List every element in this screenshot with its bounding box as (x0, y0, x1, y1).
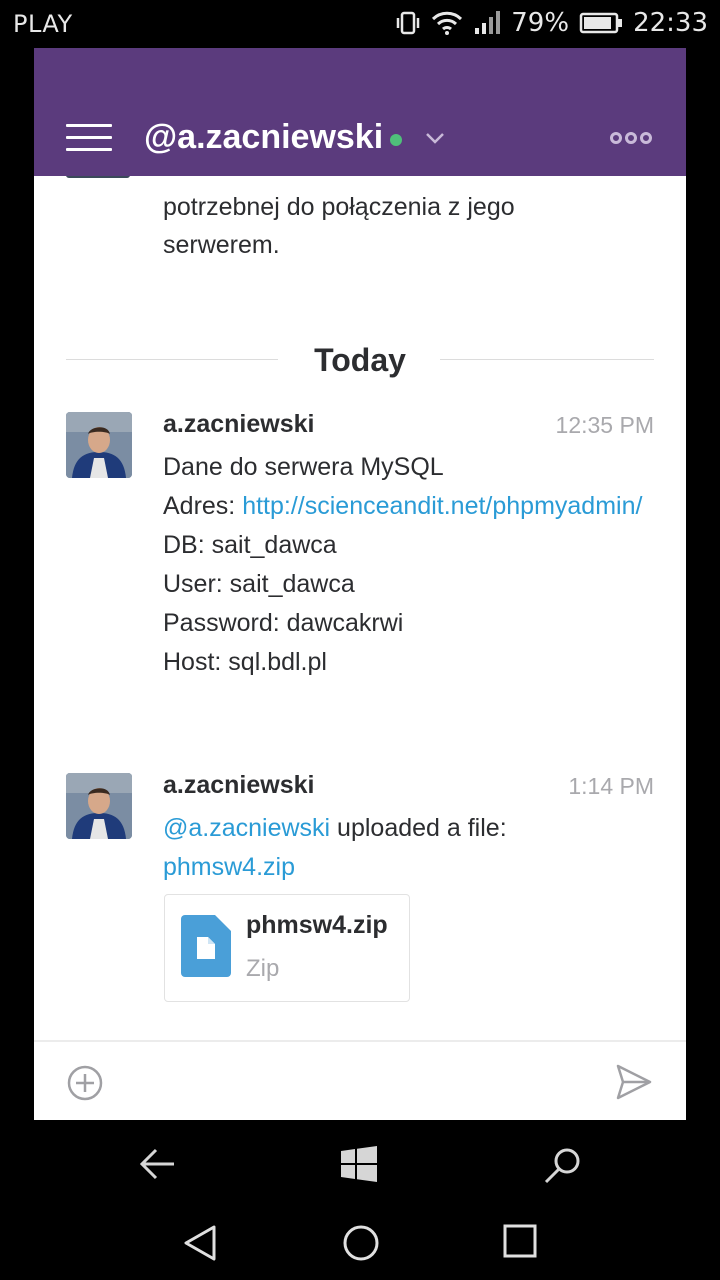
message-list[interactable]: potrzebnej do połączenia z jego serwerem… (34, 176, 686, 1040)
message-body: Dane do serwera MySQL Adres: http://scie… (163, 448, 654, 682)
clock: 22:33 (633, 8, 708, 38)
windows-start-icon[interactable] (341, 1146, 377, 1187)
day-divider-label: Today (314, 342, 406, 378)
message-time: 12:35 PM (555, 412, 654, 438)
signal-icon (475, 11, 501, 34)
nav-recents-icon[interactable] (503, 1224, 537, 1263)
file-name: phmsw4.zip (246, 911, 388, 939)
nav-home-icon[interactable] (342, 1224, 380, 1267)
message-author[interactable]: a.zacniewski (163, 410, 314, 439)
channel-title[interactable]: @a.zacniewski (144, 118, 383, 157)
wifi-icon (432, 11, 463, 35)
avatar[interactable] (66, 412, 132, 478)
message-item: a.zacniewski 12:35 PM Dane do serwera My… (66, 410, 654, 732)
avatar (66, 176, 130, 178)
back-arrow-icon[interactable] (138, 1146, 178, 1187)
file-type: Zip (246, 955, 280, 982)
message-line: @a.zacniewski uploaded a file: (163, 814, 507, 842)
user-mention[interactable]: @a.zacniewski (163, 814, 330, 842)
file-attachment-card[interactable]: phmsw4.zip Zip (164, 894, 410, 1002)
online-status-dot (390, 134, 402, 146)
android-nav-bar (0, 1206, 720, 1280)
chevron-down-icon[interactable] (424, 130, 446, 146)
message-item: a.zacniewski 1:14 PM @a.zacniewski uploa… (66, 771, 654, 913)
carrier-name: PLAY (13, 10, 73, 38)
more-options-icon[interactable] (610, 132, 652, 144)
message-line: Password: dawcakrwi (163, 609, 404, 637)
avatar[interactable] (66, 773, 132, 839)
day-divider: Today (66, 340, 654, 380)
nav-back-icon[interactable] (182, 1224, 218, 1267)
message-author[interactable]: a.zacniewski (163, 771, 314, 800)
send-icon[interactable] (614, 1062, 654, 1102)
windows-nav-bar (0, 1120, 720, 1206)
message-line: User: sait_dawca (163, 570, 355, 598)
add-attachment-icon[interactable] (66, 1064, 104, 1102)
search-icon[interactable] (543, 1146, 583, 1191)
app-header: @a.zacniewski (34, 48, 686, 176)
message-time: 1:14 PM (568, 773, 654, 799)
message-body: @a.zacniewski uploaded a file: phmsw4.zi… (163, 809, 654, 887)
message-line: DB: sait_dawca (163, 531, 337, 559)
message-link[interactable]: http://scienceandit.net/phpmyadmin/ (242, 492, 642, 520)
file-link[interactable]: phmsw4.zip (163, 853, 295, 881)
message-line: Dane do serwera MySQL (163, 453, 444, 481)
message-composer[interactable] (34, 1040, 686, 1120)
vibrate-icon (397, 11, 420, 35)
message-line: Adres: http://scienceandit.net/phpmyadmi… (163, 492, 643, 520)
message-line: Host: sql.bdl.pl (163, 648, 327, 676)
battery-percent: 79% (511, 8, 570, 38)
status-bar: PLAY 79% 22:33 (0, 0, 720, 48)
status-icons: 79% 22:33 (395, 8, 708, 38)
battery-icon (579, 12, 623, 34)
previous-message-text: potrzebnej do połączenia z jego serwerem… (163, 193, 515, 259)
document-icon (181, 915, 231, 977)
slack-app: @a.zacniewski potrzebnej do połączenia z… (34, 48, 686, 1120)
menu-icon[interactable] (66, 124, 112, 154)
